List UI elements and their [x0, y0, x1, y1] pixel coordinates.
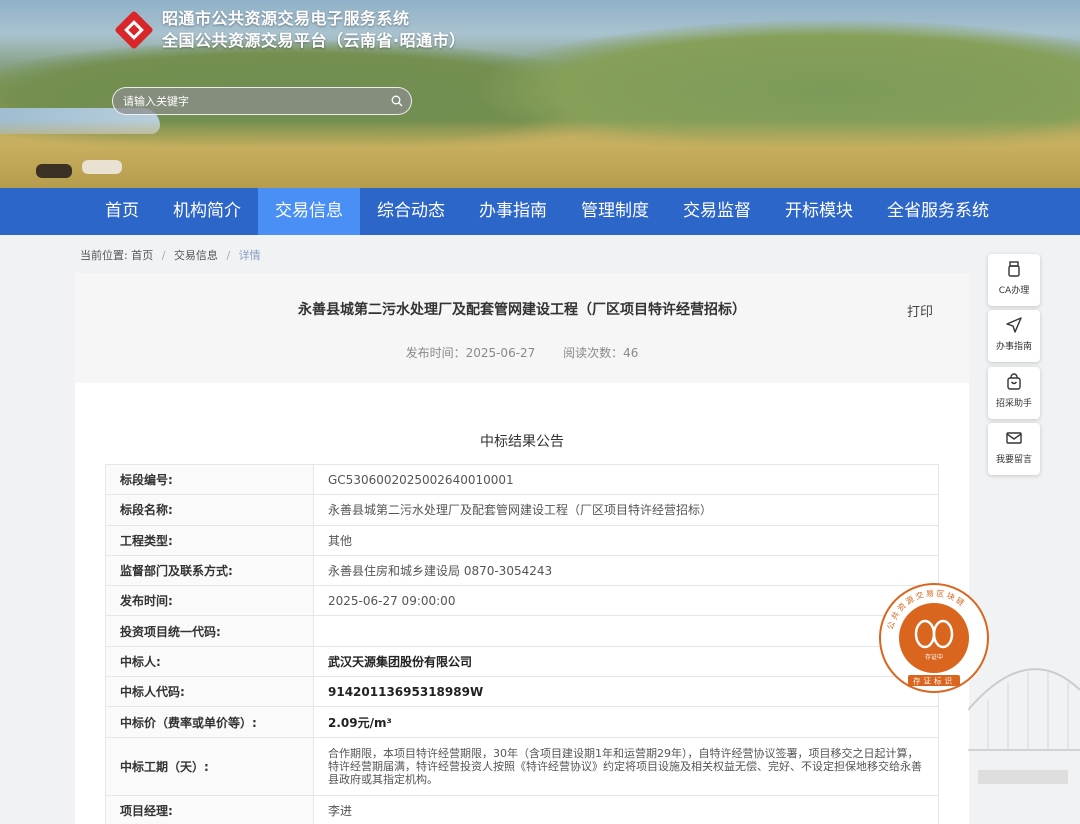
- article-meta: 发布时间：2025-06-27 阅读次数：46: [75, 344, 969, 361]
- table-row: 标段名称: 永善县城第二污水处理厂及配套管网建设工程（厂区项目特许经营招标）: [105, 494, 939, 526]
- tool-guide[interactable]: 办事指南: [988, 310, 1040, 362]
- send-icon: [1006, 317, 1022, 333]
- table-row: 中标人: 武汉天源集团股份有限公司: [105, 645, 939, 678]
- nav-item-rules[interactable]: 管理制度: [564, 188, 666, 235]
- brand-line1: 昭通市公共资源交易电子服务系统: [162, 9, 410, 28]
- article-title: 永善县城第二污水处理厂及配套管网建设工程（厂区项目特许经营招标）: [298, 302, 746, 318]
- nav-item-bid-opening[interactable]: 开标模块: [768, 188, 870, 235]
- row-label: 标段编号:: [105, 463, 314, 496]
- mail-icon: [1006, 432, 1022, 444]
- row-value: 2.09元/m³: [313, 706, 939, 738]
- breadcrumb-trade-info[interactable]: 交易信息: [174, 249, 218, 262]
- nav-item-province[interactable]: 全省服务系统: [870, 188, 1006, 235]
- tool-ca-label: CA办理: [998, 286, 1030, 296]
- row-value: 李进: [313, 794, 939, 824]
- table-row: 投资项目统一代码:: [105, 615, 939, 647]
- breadcrumb-home[interactable]: 首页: [131, 249, 153, 262]
- main-nav: 首页 机构简介 交易信息 综合动态 办事指南 管理制度 交易监督 开标模块 全省…: [0, 188, 1080, 235]
- tool-guide-label: 办事指南: [995, 342, 1032, 352]
- breadcrumb-prefix: 当前位置:: [80, 249, 128, 262]
- table-row: 项目经理: 李进: [105, 794, 939, 824]
- table-row: 监督部门及联系方式: 永善县住房和城乡建设局 0870-3054243: [105, 554, 939, 587]
- print-button[interactable]: 打印: [907, 301, 933, 320]
- view-count: 阅读次数：46: [563, 346, 639, 360]
- table-row: 发布时间: 2025-06-27 09:00:00: [105, 585, 939, 617]
- table-row: 中标价（费率或单价等）: 2.09元/m³: [105, 706, 939, 738]
- nav-item-about[interactable]: 机构简介: [156, 188, 258, 235]
- nav-item-home[interactable]: 首页: [88, 188, 156, 235]
- table-row: 中标工期（天）: 合作期限，本项目特许经营期限，30年（含项目建设期1年和运营期…: [105, 736, 939, 796]
- row-value: [313, 615, 939, 647]
- row-value: 91420113695318989W: [313, 676, 939, 708]
- banner-cow: [36, 164, 72, 178]
- announcement-title: 中标结果公告: [480, 434, 564, 450]
- header-banner: 昭通市公共资源交易电子服务系统 全国公共资源交易平台（云南省·昭通市）: [0, 0, 1080, 188]
- usb-key-icon: [1008, 261, 1020, 277]
- row-label: 投资项目统一代码:: [105, 615, 314, 647]
- breadcrumb-current: 详情: [238, 249, 261, 262]
- row-label: 标段名称:: [105, 494, 314, 526]
- banner-cow: [82, 160, 122, 174]
- nav-item-trade-info[interactable]: 交易信息: [258, 188, 360, 235]
- seal-middle-text: 存证中: [925, 653, 943, 661]
- row-label: 项目经理:: [105, 794, 314, 824]
- tool-message[interactable]: 我要留言: [988, 423, 1040, 475]
- table-row: 中标人代码: 91420113695318989W: [105, 676, 939, 708]
- row-value: 合作期限，本项目特许经营期限，30年（含项目建设期1年和运营期29年），自特许经…: [313, 736, 939, 796]
- brand-line2: 全国公共资源交易平台（云南省·昭通市）: [162, 31, 466, 50]
- shopping-bag-icon: [1007, 373, 1021, 390]
- row-value: GC5306002025002640010001: [313, 463, 939, 496]
- tool-assistant[interactable]: 招采助手: [988, 367, 1040, 419]
- tool-assistant-label: 招采助手: [995, 399, 1032, 409]
- article-header: 永善县城第二污水处理厂及配套管网建设工程（厂区项目特许经营招标） 打印 发布时间…: [75, 273, 969, 383]
- row-value: 其他: [313, 524, 939, 556]
- breadcrumb: 当前位置: 首页 / 交易信息 / 详情: [80, 249, 261, 262]
- tool-message-label: 我要留言: [995, 455, 1032, 465]
- search-icon[interactable]: [391, 95, 403, 107]
- tool-ca[interactable]: CA办理: [988, 254, 1040, 306]
- nav-item-news[interactable]: 综合动态: [360, 188, 462, 235]
- row-label: 监督部门及联系方式:: [105, 554, 314, 587]
- publish-time: 发布时间：2025-06-27: [405, 346, 536, 360]
- site-logo[interactable]: 昭通市公共资源交易电子服务系统 全国公共资源交易平台（云南省·昭通市）: [114, 8, 466, 52]
- row-label: 中标工期（天）:: [105, 736, 314, 796]
- row-value: 2025-06-27 09:00:00: [313, 585, 939, 617]
- row-value: 永善县城第二污水处理厂及配套管网建设工程（厂区项目特许经营招标）: [313, 494, 939, 526]
- bridge-illustration: [968, 668, 1080, 784]
- logo-icon: [114, 10, 154, 50]
- row-label: 工程类型:: [105, 524, 314, 556]
- row-value: 永善县住房和城乡建设局 0870-3054243: [313, 554, 939, 587]
- search-input[interactable]: [123, 88, 383, 114]
- table-row: 工程类型: 其他: [105, 524, 939, 556]
- article-card: 永善县城第二污水处理厂及配套管网建设工程（厂区项目特许经营招标） 打印 发布时间…: [75, 273, 969, 824]
- row-label: 中标价（费率或单价等）:: [105, 706, 314, 738]
- search-box: [112, 87, 412, 115]
- banner-field: [0, 120, 1080, 188]
- row-label: 中标人代码:: [105, 676, 314, 708]
- nav-item-supervision[interactable]: 交易监督: [666, 188, 768, 235]
- table-row: 标段编号: GC5306002025002640010001: [105, 463, 939, 496]
- row-label: 中标人:: [105, 645, 314, 678]
- seal-bottom-text: 存证标识: [913, 676, 955, 686]
- nav-item-guide[interactable]: 办事指南: [462, 188, 564, 235]
- bid-result-table: 标段编号: GC5306002025002640010001 标段名称: 永善县…: [105, 463, 939, 824]
- row-value: 武汉天源集团股份有限公司: [313, 645, 939, 678]
- row-label: 发布时间:: [105, 585, 314, 617]
